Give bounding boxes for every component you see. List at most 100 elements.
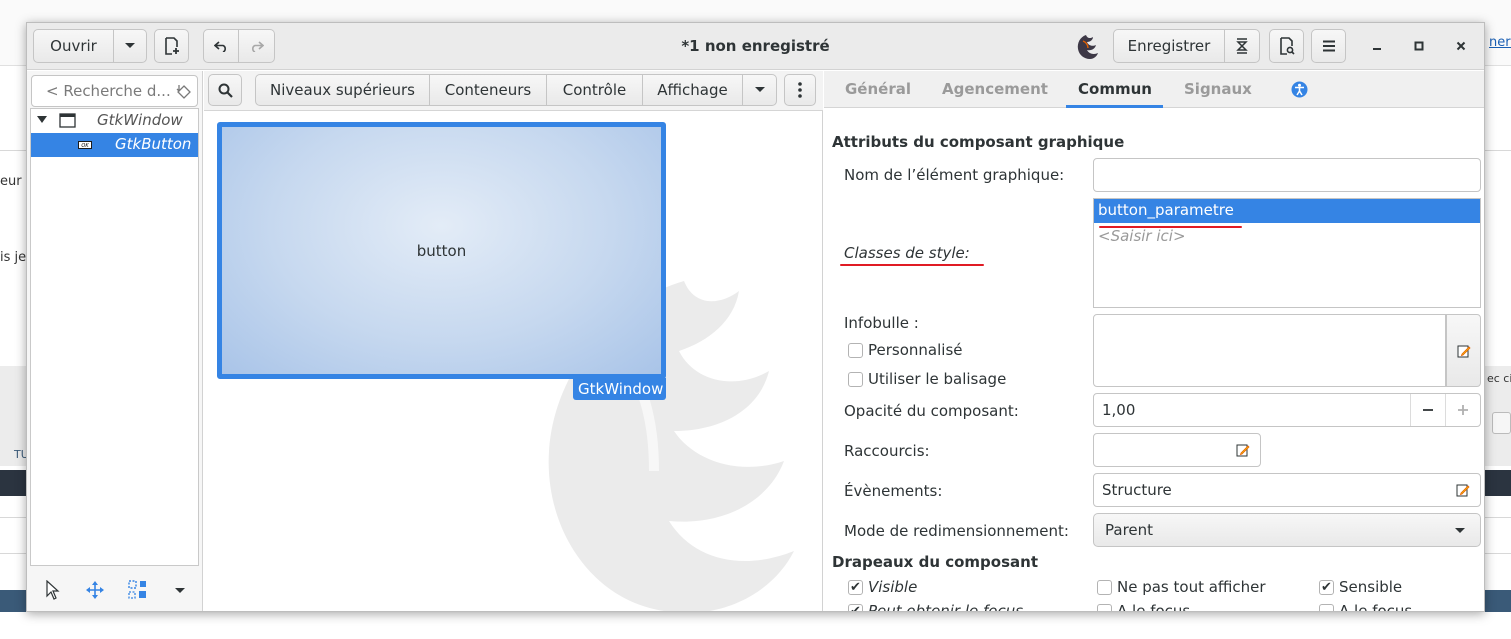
main-menu-button[interactable] bbox=[1311, 29, 1346, 63]
palette-category-containers[interactable]: Conteneurs bbox=[430, 74, 547, 106]
widget-name-input[interactable] bbox=[1093, 158, 1481, 192]
window-widget-icon bbox=[59, 113, 76, 128]
more-vertical-icon bbox=[798, 82, 802, 98]
glade-window: Ouvrir *1 non enregistré Enregistrer < R… bbox=[26, 22, 1485, 612]
widget-tree: GtkWindow OK GtkButton bbox=[30, 108, 199, 566]
flag-checkbox[interactable]: ✔ bbox=[1319, 580, 1334, 595]
property-tabs: Général Agencement Commun Signaux bbox=[824, 71, 1484, 108]
palette-category-label: Conteneurs bbox=[444, 81, 532, 99]
open-button[interactable]: Ouvrir bbox=[33, 29, 114, 63]
flag-label: A le focus bbox=[1117, 602, 1191, 612]
style-classes-list: button_parametre <Saisir ici> bbox=[1093, 198, 1481, 308]
custom-tooltip-checkbox[interactable] bbox=[848, 343, 863, 358]
save-button-label: Enregistrer bbox=[1127, 37, 1211, 55]
flag-checkbox[interactable] bbox=[1097, 604, 1112, 611]
save-as-icon bbox=[1236, 38, 1248, 54]
flag-label: A le focus bbox=[1339, 602, 1413, 612]
palette-category-label: Contrôle bbox=[562, 81, 627, 99]
preview-document-icon bbox=[1279, 37, 1295, 55]
palette-more-dropdown[interactable] bbox=[743, 74, 777, 106]
minimize-button[interactable] bbox=[1366, 35, 1388, 57]
widget-name-label: Nom de l’élément graphique: bbox=[844, 166, 1065, 184]
redo-button[interactable] bbox=[239, 29, 275, 63]
flag-checkbox[interactable] bbox=[1319, 604, 1334, 611]
background-link[interactable]: ner d bbox=[1489, 35, 1511, 50]
tree-row-gtkbutton[interactable]: OK GtkButton bbox=[31, 133, 198, 157]
resize-mode-value: Parent bbox=[1105, 521, 1154, 539]
flag-label: Ne pas tout afficher bbox=[1117, 578, 1266, 596]
expander-arrow-icon[interactable] bbox=[37, 116, 47, 124]
section-flags-title: Drapeaux du composant bbox=[832, 553, 1038, 571]
save-button[interactable]: Enregistrer bbox=[1113, 29, 1225, 63]
resize-mode-label: Mode de redimensionnement: bbox=[844, 522, 1069, 540]
tab-signals[interactable]: Signaux bbox=[1184, 80, 1252, 98]
accelerators-input[interactable] bbox=[1093, 433, 1261, 467]
edit-icon[interactable] bbox=[1236, 443, 1250, 457]
use-markup-checkbox[interactable] bbox=[848, 372, 863, 387]
tab-accessibility[interactable] bbox=[1291, 81, 1308, 98]
plus-icon[interactable] bbox=[1457, 404, 1469, 416]
close-icon bbox=[1456, 41, 1466, 51]
undo-button[interactable] bbox=[203, 29, 239, 63]
background-text: is je bbox=[0, 250, 27, 265]
use-markup-label: Utiliser le balisage bbox=[868, 370, 1007, 388]
opacity-spin[interactable]: 1,00 bbox=[1093, 393, 1481, 427]
drag-resize-icon[interactable] bbox=[85, 580, 105, 600]
glade-logo-icon bbox=[1077, 35, 1098, 59]
select-pointer-icon[interactable] bbox=[45, 580, 61, 600]
search-icon bbox=[218, 83, 233, 98]
style-class-item[interactable]: button_parametre bbox=[1094, 199, 1480, 223]
tab-common[interactable]: Commun bbox=[1078, 80, 1152, 98]
events-input[interactable]: Structure bbox=[1093, 473, 1481, 507]
opacity-label: Opacité du composant: bbox=[844, 402, 1019, 420]
flag-checkbox[interactable]: ✔ bbox=[848, 580, 863, 595]
tab-general[interactable]: Général bbox=[845, 80, 911, 98]
save-as-button[interactable] bbox=[1225, 29, 1260, 63]
active-tab-indicator bbox=[1066, 105, 1163, 108]
chevron-down-icon bbox=[1455, 528, 1465, 533]
palette-category-label: Affichage bbox=[657, 81, 728, 99]
button-preview-label[interactable]: button bbox=[222, 242, 661, 260]
tree-row-label: GtkButton bbox=[115, 135, 192, 153]
flag-checkbox[interactable] bbox=[1097, 580, 1112, 595]
tree-row-label: GtkWindow bbox=[97, 111, 183, 129]
events-label: Évènements: bbox=[844, 482, 943, 500]
svg-text:OK: OK bbox=[81, 143, 89, 149]
properties-panel: Général Agencement Commun Signaux Attrib… bbox=[824, 71, 1484, 612]
palette-options-button[interactable] bbox=[784, 74, 816, 106]
button-widget-icon: OK bbox=[78, 141, 92, 149]
search-mode-icon[interactable] bbox=[176, 84, 192, 100]
tree-row-gtkwindow[interactable]: GtkWindow bbox=[31, 109, 198, 133]
tooltip-textarea[interactable] bbox=[1093, 314, 1446, 387]
undo-icon bbox=[214, 41, 226, 52]
margin-edit-icon[interactable] bbox=[128, 580, 148, 600]
flag-checkbox[interactable]: ✔ bbox=[848, 604, 863, 611]
resize-mode-select[interactable]: Parent bbox=[1093, 513, 1481, 547]
gtkwindow-preview[interactable]: button bbox=[217, 122, 666, 379]
design-area: Niveaux supérieurs Conteneurs Contrôle A… bbox=[204, 71, 823, 611]
new-project-button[interactable] bbox=[154, 29, 189, 63]
preview-button[interactable] bbox=[1269, 29, 1304, 63]
style-class-new-entry[interactable]: <Saisir ici> bbox=[1098, 227, 1186, 245]
chevron-down-icon[interactable] bbox=[174, 587, 186, 595]
edit-icon[interactable] bbox=[1456, 483, 1470, 497]
palette-category-display[interactable]: Affichage bbox=[643, 74, 743, 106]
palette-search-button[interactable] bbox=[208, 74, 242, 106]
maximize-button[interactable] bbox=[1408, 35, 1430, 57]
palette-category-control[interactable]: Contrôle bbox=[547, 74, 643, 106]
chevron-down-icon bbox=[125, 43, 135, 48]
close-button[interactable] bbox=[1450, 35, 1472, 57]
search-placeholder: < Recherche d... bbox=[46, 82, 171, 100]
new-document-icon bbox=[164, 37, 179, 55]
palette-category-toplevels[interactable]: Niveaux supérieurs bbox=[255, 74, 430, 106]
tab-packing[interactable]: Agencement bbox=[942, 80, 1048, 98]
chevron-down-icon bbox=[754, 87, 765, 92]
section-attributes-title: Attributs du composant graphique bbox=[832, 133, 1125, 151]
flag-label: Visible bbox=[868, 578, 918, 596]
open-recent-dropdown-button[interactable] bbox=[114, 29, 147, 63]
minus-icon[interactable] bbox=[1422, 408, 1434, 412]
tooltip-edit-button[interactable] bbox=[1446, 314, 1481, 387]
gtkwindow-tag: GtkWindow bbox=[573, 378, 666, 400]
widget-search-input[interactable]: < Recherche d... bbox=[31, 75, 198, 107]
background-select[interactable] bbox=[1492, 412, 1511, 434]
